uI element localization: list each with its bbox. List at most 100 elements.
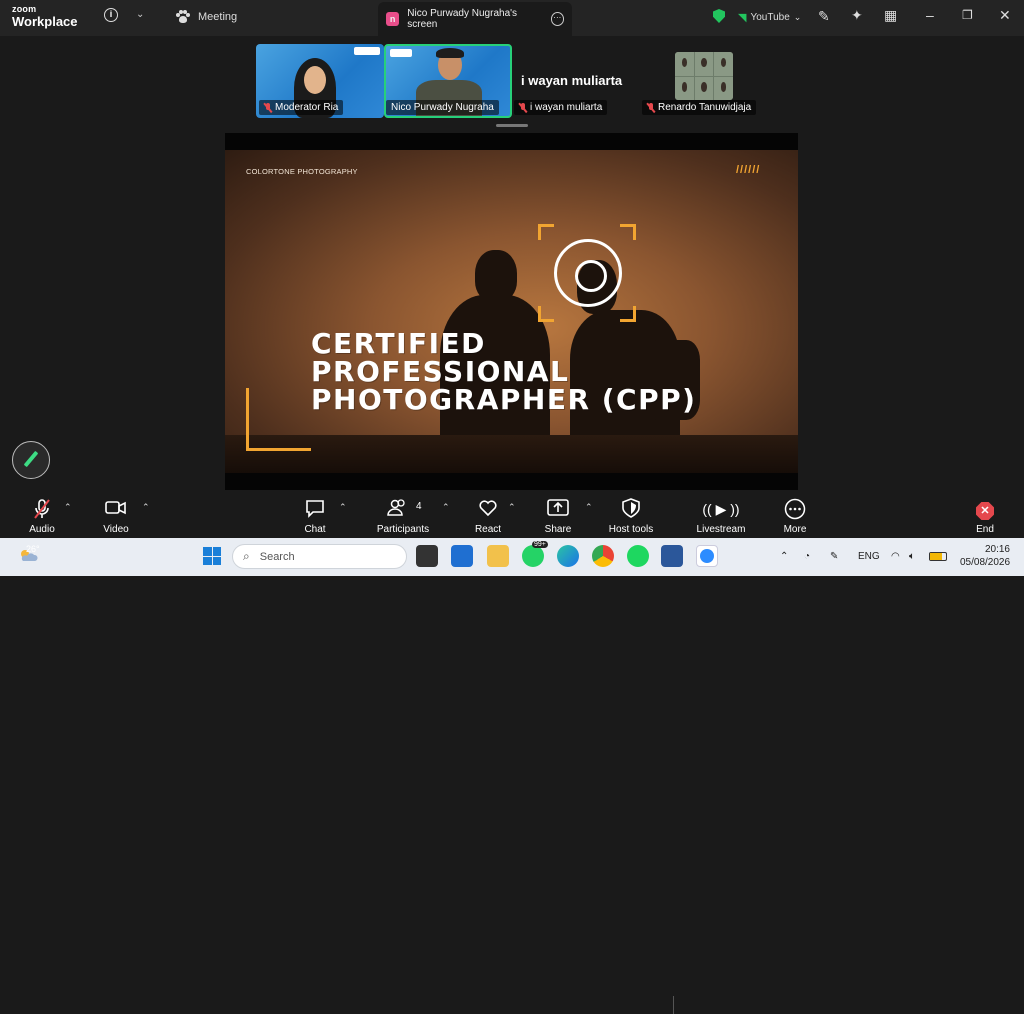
chat-bubble-icon <box>298 498 332 524</box>
edge-browser-icon[interactable] <box>557 545 579 567</box>
participant-name: i wayan muliarta <box>530 102 603 113</box>
mic-muted-icon <box>647 102 655 113</box>
zoom-workplace-logo: zoom Workplace <box>12 4 78 29</box>
participant-video-renardo[interactable] <box>675 52 733 100</box>
slide-brand: COLORTONE PHOTOGRAPHY <box>246 167 358 176</box>
slide-title-line-1: CERTIFIED <box>311 327 486 360</box>
security-shield-icon[interactable] <box>713 9 725 23</box>
annotate-pen-button[interactable] <box>12 441 50 479</box>
audio-button[interactable]: Audio <box>24 490 60 538</box>
battery-icon[interactable] <box>929 552 947 561</box>
search-icon: ⌕ <box>243 549 250 563</box>
video-options-caret[interactable]: ⌃ <box>142 502 150 513</box>
more-options-icon[interactable]: ··· <box>550 12 564 26</box>
spotify-icon[interactable] <box>627 545 649 567</box>
viewfinder-corner <box>538 224 554 240</box>
presentation-slide: COLORTONE PHOTOGRAPHY ////// CERTIFIED P… <box>225 150 798 473</box>
slide-title: CERTIFIED PROFESSIONAL PHOTOGRAPHER (CPP… <box>311 330 696 414</box>
livestream-button[interactable]: (( ▶ )) Livestream <box>694 490 748 538</box>
chat-button[interactable]: Chat <box>298 490 332 538</box>
share-screen-icon <box>541 498 575 524</box>
ai-sparkle-icon[interactable]: ✦ <box>851 7 863 24</box>
restore-icon[interactable]: ❐ <box>962 8 973 22</box>
video-button[interactable]: Video <box>98 490 134 538</box>
shield-icon <box>604 498 658 524</box>
participants-options-caret[interactable]: ⌃ <box>442 502 450 513</box>
youtube-stream-indicator[interactable]: ◥ YouTube ⌄ <box>738 11 801 24</box>
chat-label: Chat <box>304 524 326 535</box>
end-meeting-button[interactable]: ✕ End <box>968 490 1002 538</box>
share-label: Share <box>544 524 572 535</box>
react-options-caret[interactable]: ⌃ <box>508 502 516 513</box>
close-icon[interactable]: ✕ <box>999 7 1011 24</box>
livestream-icon: (( ▶ )) <box>702 501 740 517</box>
participant-name: Nico Purwady Nugraha <box>391 102 494 113</box>
share-tab-avatar: n <box>386 12 400 26</box>
video-camera-icon <box>98 498 134 524</box>
react-label: React <box>474 524 502 535</box>
tray-pen-icon[interactable]: ✎ <box>830 551 838 562</box>
meeting-toolbar: Audio ⌃ Video ⌃ Chat ⌃ 4 Participants ⌃ … <box>0 490 1024 1014</box>
name-tag-renardo: Renardo Tanuwidjaja <box>642 100 757 115</box>
host-tools-button[interactable]: Host tools <box>604 490 658 538</box>
video-label: Video <box>103 524 129 535</box>
taskbar-clock[interactable]: 20:16 05/08/2026 <box>960 543 1010 569</box>
whatsapp-icon[interactable]: 99+ <box>522 541 548 567</box>
tray-zoom-icon[interactable]: ◔ <box>804 551 810 562</box>
name-tag-nico: Nico Purwady Nugraha <box>386 100 499 115</box>
file-explorer-icon[interactable] <box>487 545 509 567</box>
tray-overflow-icon[interactable]: ⌃ <box>780 551 788 562</box>
slide-corner-frame <box>246 388 311 451</box>
more-button[interactable]: More <box>778 490 812 538</box>
meeting-info-icon[interactable]: i <box>104 8 118 22</box>
language-indicator[interactable]: ENG <box>858 551 880 562</box>
view-layout-icon[interactable]: ▦ <box>884 7 897 24</box>
participants-count: 4 <box>416 501 422 512</box>
audio-label: Audio <box>29 524 55 535</box>
title-bar: zoom Workplace i ⌄ Meeting n Nico Purwad… <box>0 0 1024 36</box>
meeting-tab[interactable]: Meeting <box>176 10 237 24</box>
toolbar-divider <box>673 996 674 1014</box>
share-button[interactable]: Share <box>541 490 575 538</box>
slide-title-line-2: PROFESSIONAL <box>311 355 570 388</box>
shared-screen-tab[interactable]: n Nico Purwady Nugraha's screen ··· <box>378 2 572 36</box>
wifi-icon[interactable]: ◠ <box>891 551 900 562</box>
store-icon[interactable] <box>451 545 473 567</box>
share-tab-title: Nico Purwady Nugraha's screen <box>407 8 518 30</box>
more-dots-icon <box>778 498 812 524</box>
share-options-caret[interactable]: ⌃ <box>585 502 593 513</box>
volume-icon[interactable]: 🔈︎ <box>909 551 915 562</box>
participants-button[interactable]: 4 Participants <box>372 490 434 538</box>
participants-icon: 4 <box>372 498 434 524</box>
livestream-label: Livestream <box>696 524 746 535</box>
viewfinder-corner <box>538 306 554 322</box>
name-tag-wayan: i wayan muliarta <box>514 100 608 115</box>
slide-accent-slashes: ////// <box>736 164 761 176</box>
minimize-icon[interactable]: – <box>926 7 934 23</box>
word-icon[interactable] <box>661 545 683 567</box>
pen-tool-icon[interactable]: ✎ <box>818 8 830 25</box>
react-button[interactable]: React <box>471 490 505 538</box>
chrome-icon[interactable] <box>592 545 614 567</box>
stream-signal-icon: ◥ <box>738 12 747 24</box>
windows-start-icon[interactable] <box>203 547 221 565</box>
youtube-label: YouTube <box>750 12 790 23</box>
chevron-down-icon: ⌄ <box>793 12 802 22</box>
viewfinder-corner <box>620 306 636 322</box>
taskbar-search[interactable]: ⌕ Search <box>232 544 407 569</box>
gallery-resize-handle[interactable] <box>496 124 528 127</box>
name-tag-moderator: Moderator Ria <box>259 100 344 115</box>
slide-title-line-3: PHOTOGRAPHER (CPP) <box>311 383 697 416</box>
meeting-tab-label: Meeting <box>198 11 238 23</box>
participant-face <box>304 66 326 94</box>
more-label: More <box>783 524 807 535</box>
audio-options-caret[interactable]: ⌃ <box>64 502 72 513</box>
brand-small: zoom <box>12 4 37 14</box>
participant-name: Renardo Tanuwidjaja <box>658 102 752 113</box>
chat-options-caret[interactable]: ⌃ <box>339 502 347 513</box>
task-view-icon[interactable] <box>416 545 438 567</box>
participants-label: Participants <box>376 524 430 535</box>
weather-temp: 26° <box>26 544 40 554</box>
zoom-app-icon[interactable] <box>696 545 718 567</box>
chevron-down-icon[interactable]: ⌄ <box>136 9 144 20</box>
